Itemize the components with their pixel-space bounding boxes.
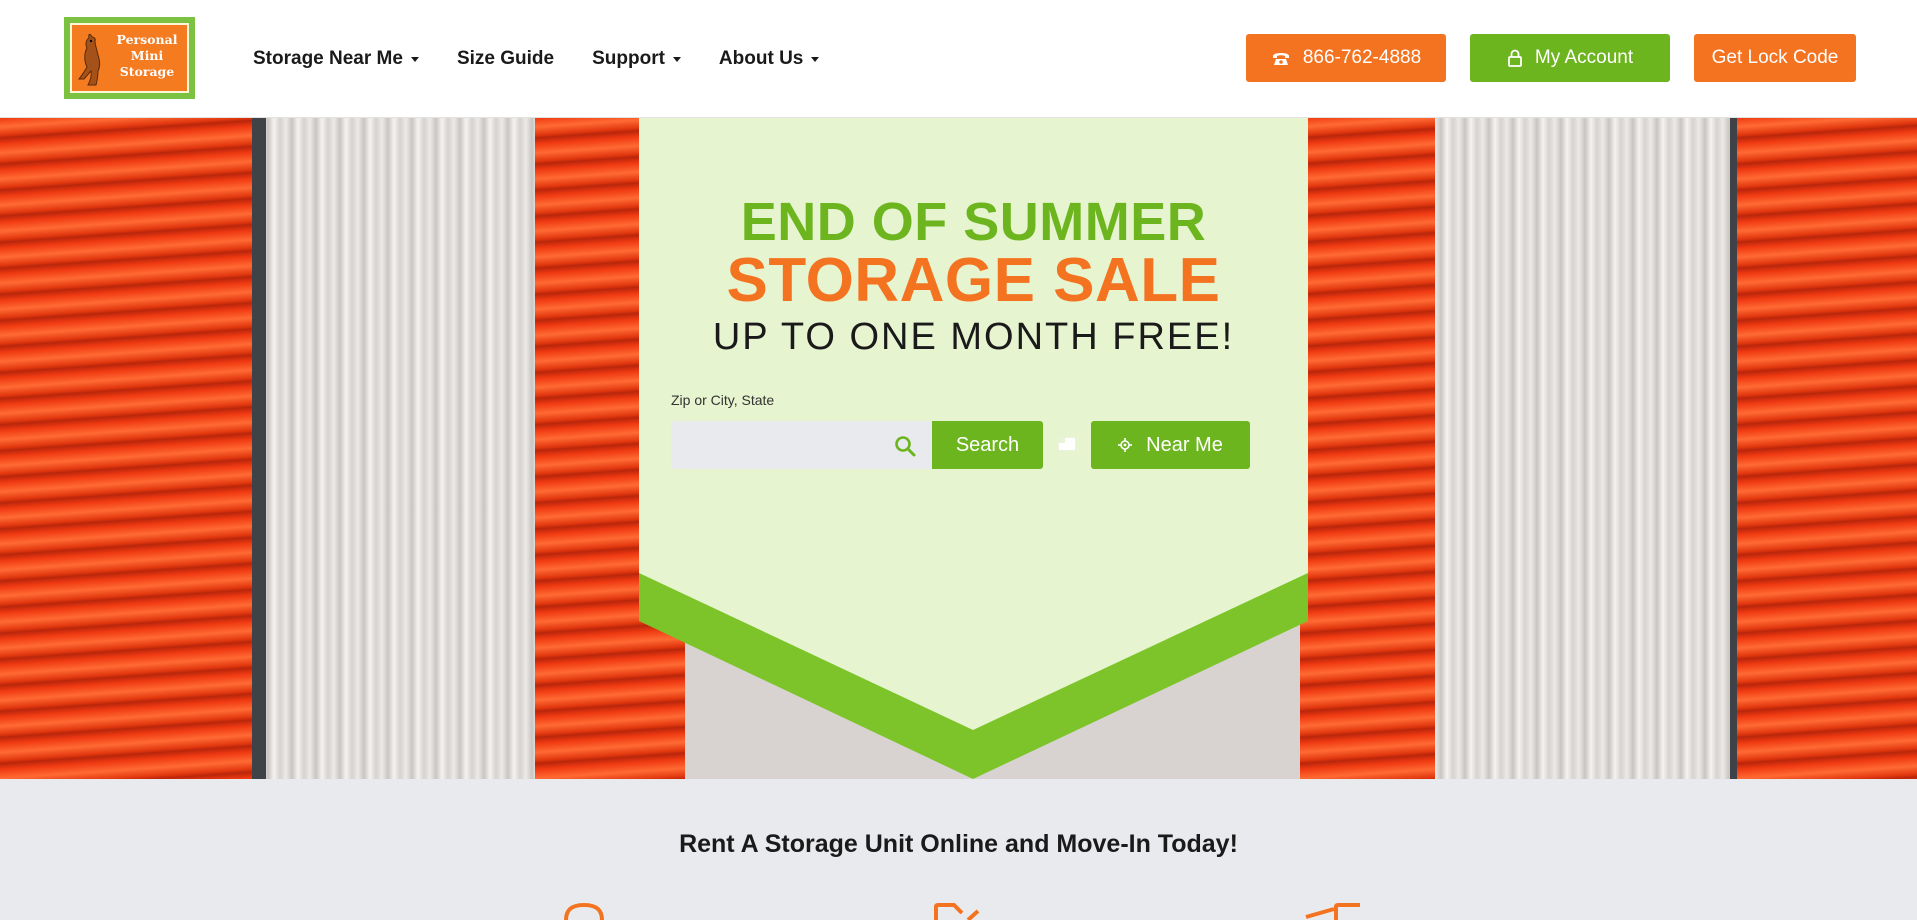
background-door [0,118,262,779]
chevron-down-icon [672,56,681,62]
crosshair-icon [1118,438,1133,452]
phone-button[interactable]: 866-762-4888 [1246,34,1446,82]
main-nav: Storage Near Me Size Guide Support About… [253,0,857,118]
map-pin-icon [564,903,604,920]
logo-text: Personal Mini Storage [108,32,186,80]
logo[interactable]: Personal Mini Storage [64,17,195,99]
background-post [252,118,266,779]
near-me-label: Near Me [1146,433,1223,456]
background-wall [1435,118,1737,779]
background-door [1737,118,1917,779]
logo-line: Personal [116,32,178,47]
nav-item-size-guide[interactable]: Size Guide [457,48,554,70]
get-lock-code-label: Get Lock Code [1711,47,1839,68]
background-door [1300,118,1435,779]
promo-line-1: END OF SUMMER [740,192,1207,252]
my-account-label: My Account [1534,47,1634,68]
nav-item-storage-near-me[interactable]: Storage Near Me [253,48,419,70]
phone-icon [1271,50,1291,66]
rent-online-section: Rent A Storage Unit Online and Move-In T… [0,779,1917,920]
search-icon[interactable] [893,434,917,458]
background-wall [262,118,535,779]
nav-item-label: Support [592,48,665,69]
logo-line: Storage [119,64,175,79]
nav-item-about-us[interactable]: About Us [718,48,820,70]
moving-truck-icon [1305,903,1360,920]
search-button[interactable]: Search [932,421,1043,469]
nav-item-label: Storage Near Me [253,48,403,69]
nav-item-label: Size Guide [456,48,555,69]
phone-label: 866-762-4888 [1302,47,1422,68]
lock-icon [1507,49,1523,67]
promo-line-3: UP TO ONE MONTH FREE! [712,316,1235,358]
logo-line: Mini [130,48,164,63]
near-me-button[interactable]: Near Me [1091,421,1250,469]
section-title: Rent A Storage Unit Online and Move-In T… [679,830,1238,858]
nav-item-support[interactable]: Support [592,48,681,70]
logo-badge: Personal Mini Storage [70,23,189,93]
search-button-label: Search [955,433,1020,456]
promo-line-2: STORAGE SALE [726,246,1221,315]
kangaroo-icon [78,34,100,86]
chevron-down-icon [410,56,419,62]
zip-label: Zip or City, State [671,392,775,408]
flag-icon [1058,437,1076,451]
get-lock-code-button[interactable]: Get Lock Code [1694,34,1856,82]
document-icon [934,903,980,920]
nav-item-label: About Us [718,48,804,69]
site-header: Personal Mini Storage Storage Near Me Si… [0,0,1917,118]
chevron-down-icon [811,56,820,62]
my-account-button[interactable]: My Account [1470,34,1670,82]
